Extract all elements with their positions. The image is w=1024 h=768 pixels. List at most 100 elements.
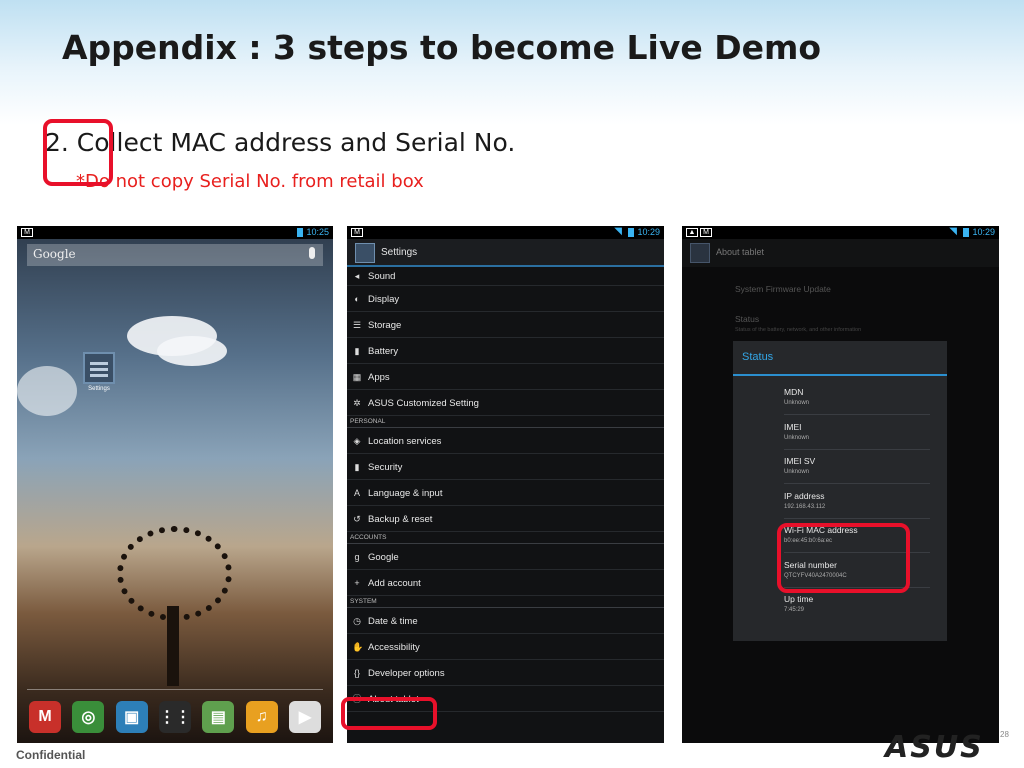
firmware-update-item: System Firmware Update xyxy=(735,284,831,294)
settings-app-bar: Settings xyxy=(347,239,664,267)
settings-item-label: Google xyxy=(368,552,399,563)
about-title: About tablet xyxy=(716,247,765,257)
settings-item-label: Backup & reset xyxy=(368,514,433,525)
settings-item-label: Apps xyxy=(368,372,390,383)
settings-item-apps[interactable]: ▦ Apps xyxy=(347,364,664,390)
status-row-imei: IMEI Unknown xyxy=(784,416,930,450)
settings-item-label: Battery xyxy=(368,346,399,357)
dialog-title-divider xyxy=(733,374,947,376)
settings-item-icon: ▮ xyxy=(354,346,360,356)
status-value: 7:45:29 xyxy=(784,607,805,613)
settings-item-display[interactable]: ◐ Display xyxy=(347,286,664,312)
settings-item-icon: ↺ xyxy=(353,514,361,524)
settings-item-icon: ◂ xyxy=(354,271,360,281)
status-bar: M ◥ 10:29 xyxy=(347,226,664,239)
settings-icon[interactable] xyxy=(355,243,375,263)
status-key: MDN xyxy=(784,387,804,397)
settings-item-google[interactable]: g Google xyxy=(347,544,664,570)
settings-item-battery[interactable]: ▮ Battery xyxy=(347,338,664,364)
settings-item-storage[interactable]: ☰ Storage xyxy=(347,312,664,338)
music-icon[interactable]: ♫ xyxy=(245,701,278,733)
status-bar: M 10:25 xyxy=(17,226,333,239)
step-instruction: 2. Collect MAC address and Serial No. xyxy=(45,128,516,157)
warning-note: *Do not copy Serial No. from retail box xyxy=(76,171,424,192)
settings-item-icon: ◈ xyxy=(353,436,361,446)
settings-item-label: Storage xyxy=(368,320,402,331)
status-item: Status xyxy=(735,314,760,324)
settings-item-icon: ✋ xyxy=(352,642,364,652)
settings-title: Settings xyxy=(381,247,418,258)
battery-icon xyxy=(297,228,303,237)
settings-item-label: Location services xyxy=(368,436,442,447)
settings-item-label: Security xyxy=(368,462,403,473)
wifi-icon: ◥ xyxy=(949,226,957,237)
status-bar: ▲ M ◥ 10:29 xyxy=(682,226,999,239)
gmail-notification-icon: M xyxy=(21,228,33,237)
settings-item-accessibility[interactable]: ✋ Accessibility xyxy=(347,634,664,660)
settings-icon[interactable] xyxy=(690,243,710,263)
play-store-icon[interactable]: ▶ xyxy=(288,701,321,733)
settings-item-location-services[interactable]: ◈ Location services xyxy=(347,428,664,454)
settings-item-sound[interactable]: ◂ Sound xyxy=(347,269,664,286)
status-row-up-time: Up time 7:45:29 xyxy=(784,588,930,622)
settings-item-icon: A xyxy=(353,488,360,498)
settings-list: ◂ Sound ◐ Display ☰ Storage ▮ Battery ▦ Apps ✲ ASUS… xyxy=(347,269,664,712)
tree-trunk xyxy=(167,606,179,686)
status-item-summary: Status of the battery, network, and othe… xyxy=(735,327,862,333)
status-key: Up time xyxy=(784,594,814,604)
settings-section-header: ACCOUNTS xyxy=(347,532,664,544)
dock-divider xyxy=(27,689,323,690)
status-value: Unknown xyxy=(784,469,810,475)
settings-item-developer-options[interactable]: {} Developer options xyxy=(347,660,664,686)
cloud xyxy=(157,336,227,366)
settings-item-label: ASUS Customized Setting xyxy=(368,398,479,409)
settings-item-icon: ☰ xyxy=(352,320,362,330)
settings-item-add-account[interactable]: + Add account xyxy=(347,570,664,596)
settings-app-label: Settings xyxy=(88,386,110,392)
settings-highlight-box xyxy=(43,119,113,186)
gallery-icon[interactable]: ▣ xyxy=(115,701,148,733)
status-value: Unknown xyxy=(784,434,810,441)
settings-section-header: SYSTEM xyxy=(347,596,664,608)
page-number: 28 xyxy=(1000,730,1009,739)
home-screen-panel: M 10:25 Google Settings M ◎ ▣ ⋮⋮ ▤ ♫ ▶ xyxy=(17,226,333,743)
wifi-icon: ◥ xyxy=(614,226,622,237)
settings-item-date-time[interactable]: ◷ Date & time xyxy=(347,608,664,634)
settings-item-icon: ◐ xyxy=(354,294,360,304)
settings-item-language-input[interactable]: A Language & input xyxy=(347,480,664,506)
settings-item-icon: ▦ xyxy=(352,372,362,382)
gmail-notification-icon: M xyxy=(351,228,363,237)
asus-logo: ASUS xyxy=(885,730,984,765)
settings-item-security[interactable]: ▮ Security xyxy=(347,454,664,480)
slide-title: Appendix : 3 steps to become Live Demo xyxy=(62,28,822,67)
status-key: IMEI SV xyxy=(784,456,816,466)
settings-app-icon[interactable]: Settings xyxy=(80,352,118,392)
settings-icon xyxy=(83,352,115,384)
status-row-imei-sv: IMEI SV Unknown xyxy=(784,450,930,484)
status-row-ip-address: IP address 192.168.43.112 xyxy=(784,485,930,519)
settings-item-icon: g xyxy=(354,552,360,562)
settings-screen-panel: M ◥ 10:29 Settings ◂ Sound ◐ Display ☰ Storag… xyxy=(347,226,664,743)
chrome-icon[interactable]: ◎ xyxy=(72,701,105,733)
mac-serial-highlight-box xyxy=(777,523,910,593)
google-search-bar[interactable]: Google xyxy=(27,244,323,266)
app-drawer-icon[interactable]: ⋮⋮ xyxy=(158,701,191,733)
file-manager-icon[interactable]: ▤ xyxy=(202,701,235,733)
battery-icon xyxy=(963,228,969,237)
settings-item-label: Display xyxy=(368,294,400,305)
settings-item-label: Add account xyxy=(368,578,421,589)
settings-item-label: Date & time xyxy=(368,616,418,627)
settings-item-backup-reset[interactable]: ↺ Backup & reset xyxy=(347,506,664,532)
settings-item-label: Sound xyxy=(368,271,396,282)
settings-item-asus-customized-setting[interactable]: ✲ ASUS Customized Setting xyxy=(347,390,664,416)
gmail-icon[interactable]: M xyxy=(29,701,61,733)
settings-item-label: Accessibility xyxy=(368,642,420,653)
settings-item-icon: ◷ xyxy=(353,616,361,626)
status-dialog: Status MDN Unknown IMEI Unknown IMEI SV Unkno… xyxy=(733,341,947,641)
cloud xyxy=(17,366,77,416)
settings-item-icon: + xyxy=(354,578,360,588)
status-time: 10:25 xyxy=(306,227,329,237)
microphone-icon[interactable] xyxy=(309,247,315,259)
about-tablet-panel: ▲ M ◥ 10:29 About tablet System Firmware… xyxy=(682,226,999,743)
status-time: 10:29 xyxy=(972,227,995,237)
